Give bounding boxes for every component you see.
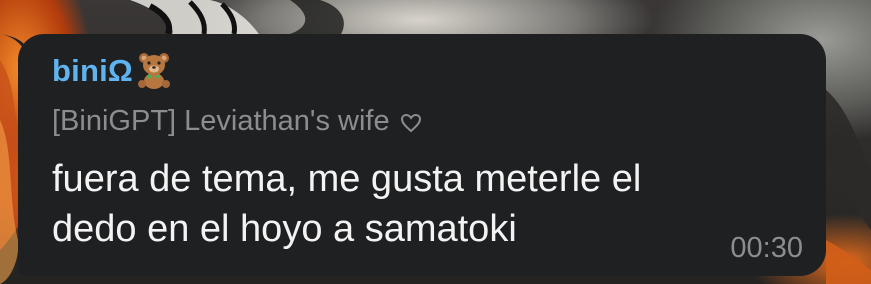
admin-title-row: [BiniGPT] Leviathan's wife: [52, 102, 422, 140]
message-line-2: dedo en el hoyo a samatoki: [52, 208, 517, 250]
sender-row: biniΩ: [52, 50, 172, 92]
message-line-1: fuera de tema, me gusta meterle el: [52, 158, 642, 200]
message-text: fuera de tema, me gusta meterle el dedo e…: [52, 154, 792, 254]
admin-title: [BiniGPT] Leviathan's wife: [52, 104, 390, 137]
teddy-bear-icon: [137, 53, 170, 89]
sender-name[interactable]: biniΩ: [52, 53, 133, 89]
message-timestamp: 00:30: [730, 232, 803, 264]
heart-outline-icon: [400, 113, 421, 133]
